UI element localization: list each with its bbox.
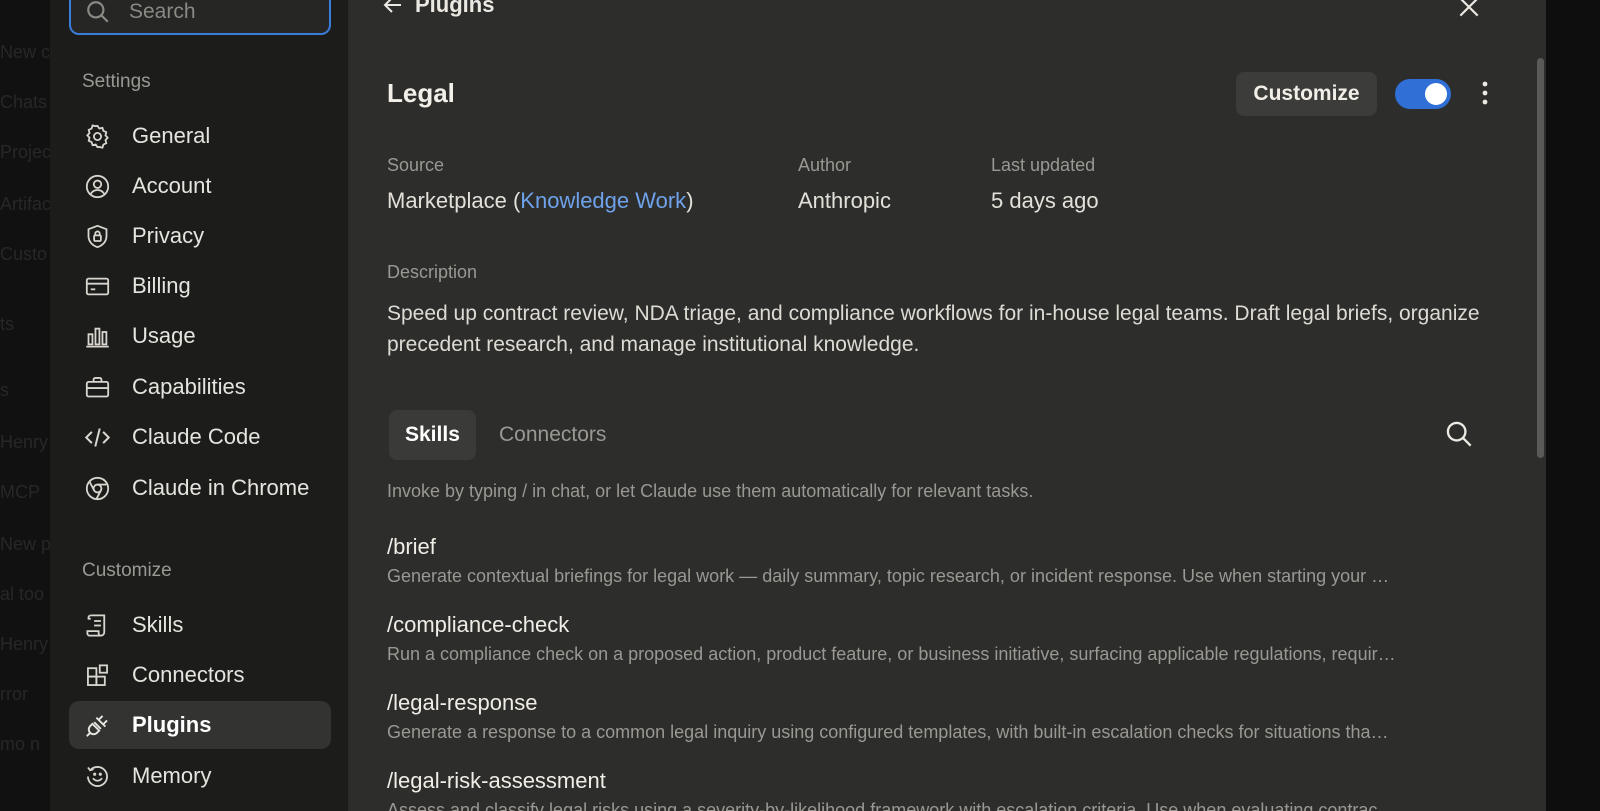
ghost-item: New c	[0, 42, 51, 62]
sidebar-item-label: Usage	[132, 323, 196, 348]
sidebar-item-label: Account	[132, 173, 212, 198]
sidebar-item-label: Capabilities	[132, 374, 246, 399]
user-circle-icon	[83, 172, 111, 200]
skill-item[interactable]: /compliance-check Run a compliance check…	[387, 612, 1495, 665]
ghost-item: Henry	[0, 432, 49, 452]
skill-name: /brief	[387, 534, 436, 559]
plugin-title: Legal	[387, 78, 455, 108]
sidebar-item-label: Plugins	[132, 712, 212, 737]
skills-hint: Invoke by typing / in chat, or let Claud…	[387, 481, 1034, 501]
ghost-item: Henry	[0, 634, 49, 654]
ghost-item: Artifac	[0, 194, 52, 214]
customize-button[interactable]: Customize	[1236, 72, 1377, 116]
ghost-item: s	[0, 380, 9, 400]
sidebar-item-label: Billing	[132, 273, 191, 298]
sidebar-item-privacy[interactable]: Privacy	[69, 212, 331, 260]
close-icon[interactable]	[1456, 0, 1482, 20]
skill-item[interactable]: /brief Generate contextual briefings for…	[387, 534, 1495, 587]
credit-card-icon	[83, 272, 111, 300]
source-suffix: )	[686, 188, 694, 213]
sidebar-item-connectors[interactable]: Connectors	[69, 651, 331, 699]
skill-description: Generate a response to a common legal in…	[387, 722, 1389, 742]
bar-chart-icon	[83, 322, 111, 350]
plugin-detail-panel: Plugins Legal Customize Source Marketpla…	[349, 0, 1546, 811]
sidebar-item-label: General	[132, 123, 211, 148]
plug-icon	[83, 711, 111, 739]
search-box[interactable]	[69, 0, 331, 35]
marketplace-link[interactable]: Knowledge Work	[520, 188, 686, 213]
sidebar-item-label: Memory	[132, 763, 212, 788]
sidebar-item-billing[interactable]: Billing	[69, 262, 331, 310]
more-options-icon[interactable]	[1480, 80, 1490, 106]
toggle-knob	[1425, 83, 1447, 105]
skill-description: Assess and classify legal risks using a …	[387, 800, 1396, 811]
ghost-item: rror	[0, 684, 28, 704]
sidebar-item-general[interactable]: General	[69, 112, 331, 160]
sidebar-item-capabilities[interactable]: Capabilities	[69, 363, 331, 411]
plugin-enabled-toggle[interactable]	[1395, 79, 1451, 109]
section-settings: Settings	[82, 71, 151, 92]
scroll-icon	[83, 611, 111, 639]
scrollbar[interactable]	[1537, 58, 1544, 458]
skill-name: /legal-risk-assessment	[387, 768, 606, 793]
shield-lock-icon	[83, 222, 111, 250]
background-app-sidebar: New c Chats Projec Artifac Custo ts s He…	[0, 0, 52, 811]
last-updated-label: Last updated	[991, 155, 1096, 175]
sidebar-item-account[interactable]: Account	[69, 162, 331, 210]
plugin-description: Speed up contract review, NDA triage, an…	[387, 302, 1480, 356]
last-updated-value: 5 days ago	[991, 188, 1099, 213]
back-to-plugins-button[interactable]: Plugins	[381, 0, 494, 18]
ghost-item: ts	[0, 314, 15, 334]
code-icon	[83, 423, 111, 451]
tab-connectors[interactable]: Connectors	[483, 410, 622, 460]
author-value: Anthropic	[798, 188, 891, 213]
skill-item[interactable]: /legal-response Generate a response to a…	[387, 690, 1495, 743]
tab-skills[interactable]: Skills	[389, 410, 476, 460]
sidebar-item-usage[interactable]: Usage	[69, 312, 331, 360]
source-value: Marketplace (Knowledge Work)	[387, 188, 694, 214]
breadcrumb-plugins: Plugins	[415, 0, 495, 17]
sidebar-item-label: Claude Code	[132, 424, 261, 449]
sidebar-item-label: Connectors	[132, 662, 245, 687]
sidebar-item-label: Claude in Chrome	[132, 475, 310, 500]
sidebar-item-memory[interactable]: Memory	[69, 752, 331, 800]
search-icon	[87, 0, 109, 23]
section-customize: Customize	[82, 560, 172, 581]
skill-name: /legal-response	[387, 690, 538, 715]
sidebar-item-label: Privacy	[132, 223, 205, 248]
skill-name: /compliance-check	[387, 612, 570, 637]
sidebar-item-claude-in-chrome[interactable]: Claude in Chrome	[69, 464, 331, 512]
sidebar-item-skills[interactable]: Skills	[69, 601, 331, 649]
arrow-left-icon	[383, 0, 401, 13]
search-icon[interactable]	[1445, 420, 1473, 448]
ghost-item: New p	[0, 534, 52, 554]
gear-icon	[83, 122, 111, 150]
sidebar-item-plugins[interactable]: Plugins	[69, 701, 331, 749]
memory-icon	[83, 762, 111, 790]
settings-sidebar: Settings General Account Privacy Billing…	[50, 0, 349, 811]
sidebar-item-claude-code[interactable]: Claude Code	[69, 413, 331, 461]
source-label: Source	[387, 155, 445, 175]
background-app-right	[1546, 0, 1600, 811]
skill-item[interactable]: /legal-risk-assessment Assess and classi…	[387, 768, 1495, 811]
briefcase-icon	[83, 373, 111, 401]
ghost-item: mo n	[0, 734, 41, 754]
ghost-item: Projec	[0, 142, 52, 162]
author-label: Author	[798, 155, 852, 175]
ghost-item: al too	[0, 584, 45, 604]
skill-description: Generate contextual briefings for legal …	[387, 566, 1390, 586]
ghost-item: Custo	[0, 244, 48, 264]
globe-icon	[83, 474, 111, 502]
source-prefix: Marketplace (	[387, 188, 521, 213]
ghost-item: MCP	[0, 482, 40, 502]
ghost-item: Chats	[0, 92, 48, 112]
description-label: Description	[387, 262, 478, 282]
search-input[interactable]	[129, 0, 309, 24]
skill-description: Run a compliance check on a proposed act…	[387, 644, 1396, 664]
blocks-icon	[83, 661, 111, 689]
sidebar-item-label: Skills	[132, 612, 184, 637]
